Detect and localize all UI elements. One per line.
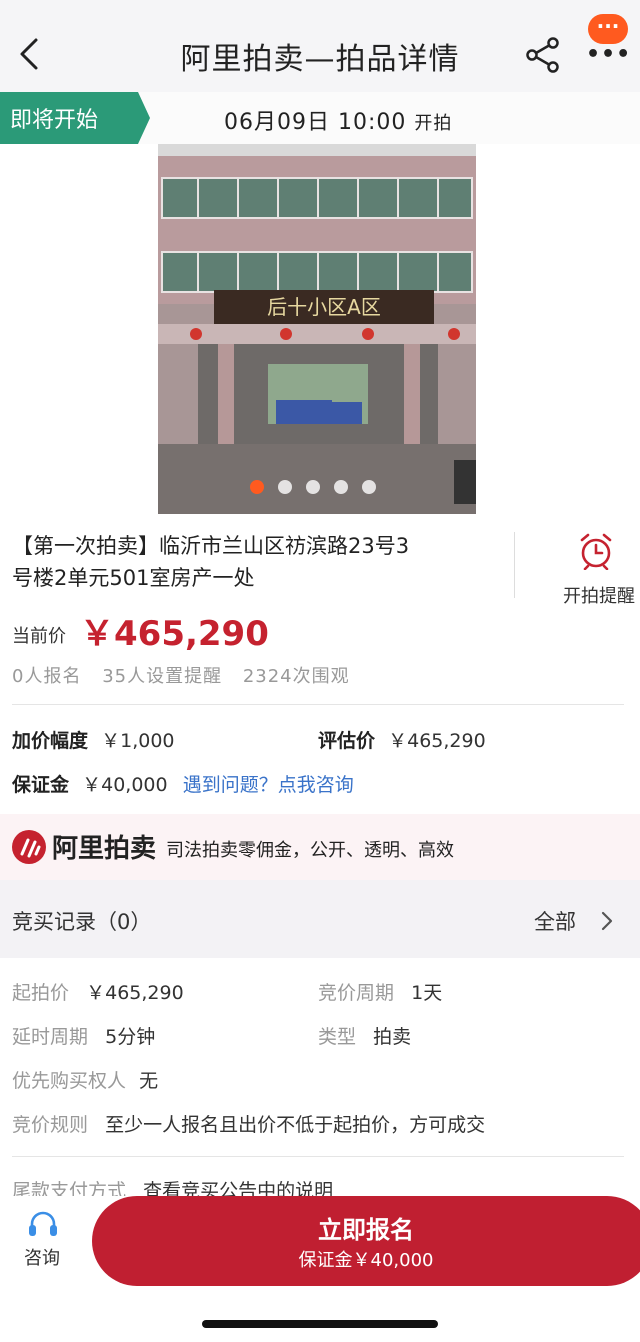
appraisal-row: 评估价 ￥465,290 <box>318 726 486 753</box>
cycle-value: 1天 <box>411 982 443 1004</box>
cycle-label: 竞价周期 <box>318 982 395 1004</box>
photo-pagination <box>250 480 376 494</box>
consult-button-label[interactable]: 咨询 <box>24 1244 60 1270</box>
sign-text: 后十小区A区 <box>267 295 381 319</box>
current-price: ￥465,290 <box>80 614 269 654</box>
increment-value: ￥1,000 <box>101 730 175 752</box>
bid-records-title: 竞买记录（0） <box>12 910 152 934</box>
start-time-value: 06月09日 10:00 <box>224 110 407 135</box>
item-title: 【第一次拍卖】临沂市兰山区祊滨路23号3 号楼2单元501室房产一处 <box>12 530 482 594</box>
increment-row: 加价幅度 ￥1,000 <box>12 726 175 753</box>
participation-stats: 0人报名 35人设置提醒 2324次围观 <box>12 662 364 688</box>
status-tag: 即将开始 <box>10 108 99 133</box>
divider <box>12 704 624 705</box>
registered-count: 0人报名 <box>12 666 82 687</box>
appraisal-label: 评估价 <box>318 730 376 752</box>
item-title-line1: 【第一次拍卖】临沂市兰山区祊滨路23号3 <box>12 534 410 558</box>
home-indicator <box>202 1320 438 1328</box>
delay-row: 延时周期 5分钟 <box>12 1022 155 1049</box>
property-photo[interactable]: 后十小区A区 <box>158 144 476 514</box>
pagination-dot[interactable] <box>334 480 348 494</box>
alarm-clock-icon[interactable] <box>577 532 615 570</box>
delay-label: 延时周期 <box>12 1026 89 1048</box>
register-deposit-label: 保证金￥40,000 <box>298 1250 434 1271</box>
message-badge-dots: ··· <box>596 14 620 38</box>
promo-brand: 阿里拍卖 <box>52 834 157 864</box>
vertical-divider <box>514 532 515 598</box>
view-count: 2324次围观 <box>242 666 350 687</box>
rule-label: 竞价规则 <box>12 1114 89 1136</box>
deposit-value: ￥40,000 <box>82 774 168 796</box>
start-price-label: 起拍价 <box>12 982 70 1004</box>
more-menu-icon[interactable]: ••• <box>586 42 630 67</box>
type-value: 拍卖 <box>373 1026 412 1048</box>
divider <box>12 1156 624 1157</box>
type-row: 类型 拍卖 <box>318 1022 411 1049</box>
priority-value: 无 <box>139 1070 159 1092</box>
start-price-value: ￥465,290 <box>86 982 184 1004</box>
rule-value: 至少一人报名且出价不低于起拍价，方可成交 <box>105 1114 486 1136</box>
cycle-row: 竞价周期 1天 <box>318 978 442 1005</box>
pagination-dot[interactable] <box>306 480 320 494</box>
chevron-right-icon[interactable] <box>600 910 614 932</box>
headset-icon[interactable] <box>27 1210 59 1240</box>
item-title-line2: 号楼2单元501室房产一处 <box>12 566 255 590</box>
priority-row: 优先购买权人 无 <box>12 1066 158 1093</box>
rule-row: 竞价规则 至少一人报名且出价不低于起拍价，方可成交 <box>12 1110 485 1137</box>
start-price-row: 起拍价 ￥465,290 <box>12 978 184 1005</box>
delay-value: 5分钟 <box>105 1026 156 1048</box>
pagination-dot[interactable] <box>362 480 376 494</box>
deposit-row: 保证金 ￥40,000 遇到问题？点我咨询 <box>12 770 354 797</box>
reminder-button-label[interactable]: 开拍提醒 <box>558 582 640 608</box>
auction-start-time: 06月09日 10:00 开拍 <box>224 104 452 136</box>
promo-slogan: 司法拍卖零佣金，公开、透明、高效 <box>166 840 454 861</box>
view-all-records[interactable]: 全部 <box>534 906 576 936</box>
pagination-dot[interactable] <box>250 480 264 494</box>
deposit-label: 保证金 <box>12 774 70 796</box>
ali-auction-logo-icon <box>12 830 46 864</box>
register-now-label: 立即报名 <box>318 1216 414 1244</box>
price-label: 当前价 <box>12 626 66 647</box>
priority-label: 优先购买权人 <box>12 1070 127 1092</box>
share-icon[interactable] <box>524 36 562 74</box>
reminder-count: 35人设置提醒 <box>102 666 223 687</box>
increment-label: 加价幅度 <box>12 730 89 752</box>
type-label: 类型 <box>318 1026 357 1048</box>
appraisal-value: ￥465,290 <box>388 730 486 752</box>
property-photo-illustration: 后十小区A区 <box>158 144 476 514</box>
start-time-suffix: 开拍 <box>414 113 453 134</box>
pagination-dot[interactable] <box>278 480 292 494</box>
consult-link[interactable]: 遇到问题？点我咨询 <box>183 774 354 796</box>
